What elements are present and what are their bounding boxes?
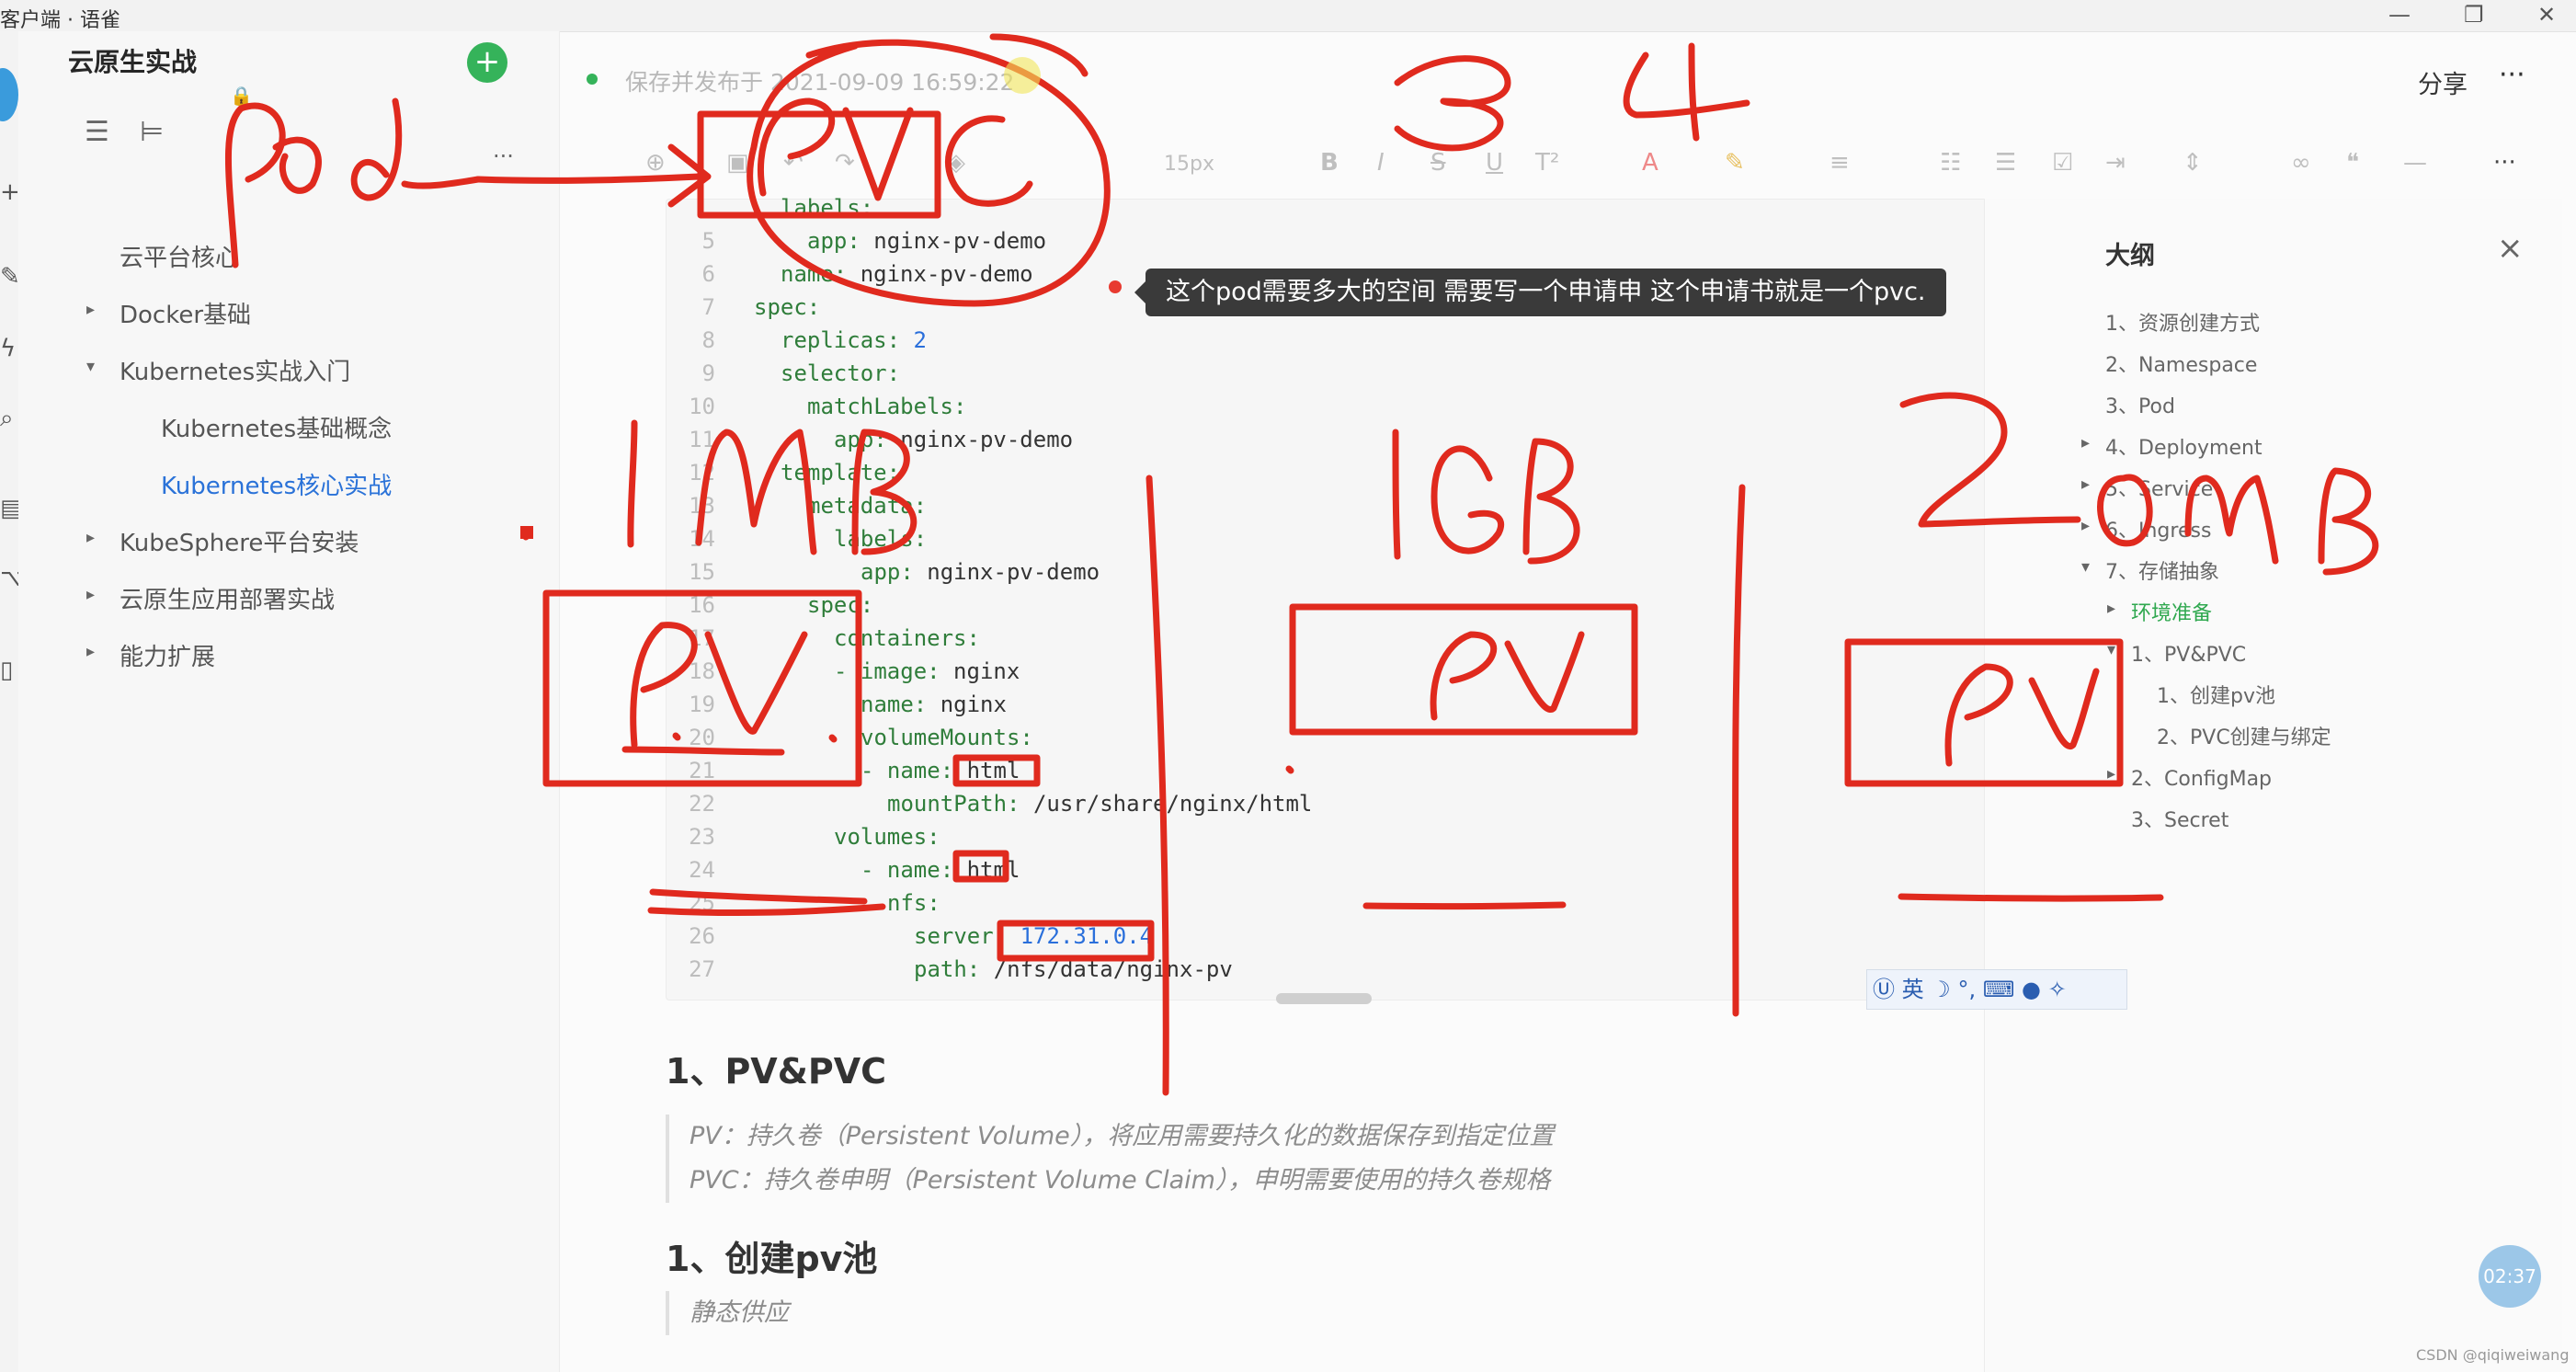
ink-big-pvc-circle: [747, 33, 1111, 307]
ink-underline-1a: [621, 746, 785, 756]
ink-underline-3: [1898, 893, 2164, 902]
ink-number-4: [1623, 42, 1750, 142]
ink-box-html-2: [952, 850, 1009, 883]
ink-dot-4: [672, 732, 681, 741]
ink-underline-2: [1362, 901, 1567, 910]
ink-20mb: [1899, 392, 2379, 576]
ink-annotations: [225, 33, 2379, 1096]
ink-dot-2: [1285, 765, 1294, 774]
ink-pv-box-1: [542, 589, 862, 787]
ink-number-3: [1394, 55, 1511, 152]
ink-box-server: [997, 920, 1155, 962]
ink-divider-2: [1732, 484, 1746, 1017]
ink-dot-3: [828, 734, 838, 743]
ink-1gb: [1392, 429, 1580, 565]
ink-underline-1c: [647, 903, 886, 917]
ink-pv-letters-1: [630, 622, 808, 749]
ink-pv-box-2: [1289, 603, 1638, 736]
ink-divider-1: [1146, 474, 1169, 1096]
ink-1mb: [627, 419, 918, 555]
cursor-highlight: [1004, 57, 1041, 94]
ink-pod-word: [225, 97, 482, 269]
ink-arrow: [474, 143, 712, 208]
ink-pv-letters-3: [1944, 663, 2100, 767]
ink-underline-1b: [649, 888, 868, 905]
ink-box-html-1: [952, 754, 1041, 787]
ink-mark-square: [520, 526, 533, 539]
ink-pv-letters-2: [1430, 631, 1585, 721]
